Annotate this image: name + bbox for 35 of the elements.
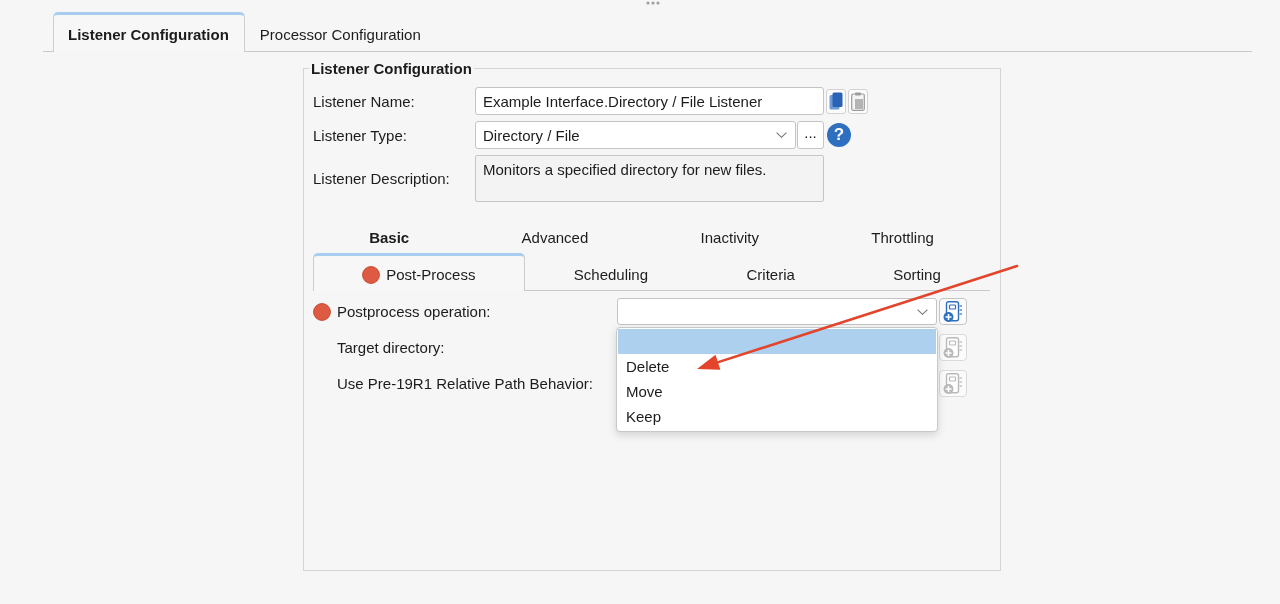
tab[interactable]: Inactivity xyxy=(700,228,759,246)
copy-icon xyxy=(829,92,843,110)
help-button[interactable]: ? xyxy=(827,123,851,147)
field-label: Listener Description: xyxy=(313,170,450,187)
tab[interactable]: Throttling xyxy=(871,228,934,246)
tab[interactable]: Sorting xyxy=(893,266,941,283)
select-field[interactable]: Directory / File xyxy=(475,121,796,149)
chevron-down-icon xyxy=(776,132,787,138)
group-title: Listener Configuration xyxy=(310,60,473,77)
document-plus-icon xyxy=(943,372,963,395)
field-label: Postprocess operation: xyxy=(337,303,491,320)
drag-handle-icon[interactable] xyxy=(646,1,660,5)
description-field[interactable]: Monitors a specified directory for new files. xyxy=(475,155,824,202)
paste-button[interactable] xyxy=(848,88,868,114)
add-document-button[interactable] xyxy=(939,298,967,325)
field-label: Listener Type: xyxy=(313,126,407,144)
field-label: Target directory: xyxy=(337,339,445,356)
browse-button[interactable]: ... xyxy=(797,121,824,149)
tab[interactable]: Post-Process xyxy=(313,253,525,291)
clipboard-icon xyxy=(851,91,865,111)
tab[interactable]: Listener Configuration xyxy=(53,12,245,52)
field-label: Listener Name: xyxy=(313,92,415,110)
dropdown-option[interactable] xyxy=(618,329,936,354)
tab[interactable]: Criteria xyxy=(746,266,795,283)
field-label: Use Pre-19R1 Relative Path Behavior: xyxy=(337,375,593,392)
select-field[interactable] xyxy=(617,298,937,325)
tab[interactable]: Processor Configuration xyxy=(259,26,421,43)
tab[interactable]: Basic xyxy=(369,228,410,246)
tab[interactable]: Advanced xyxy=(521,228,589,246)
chevron-down-icon xyxy=(917,308,928,315)
text-field[interactable]: Example Interface.Directory / File Listener xyxy=(475,87,824,115)
document-plus-icon xyxy=(943,336,963,359)
tab[interactable]: Scheduling xyxy=(573,266,649,283)
document-plus-icon xyxy=(943,300,963,323)
copy-button[interactable] xyxy=(826,88,846,114)
